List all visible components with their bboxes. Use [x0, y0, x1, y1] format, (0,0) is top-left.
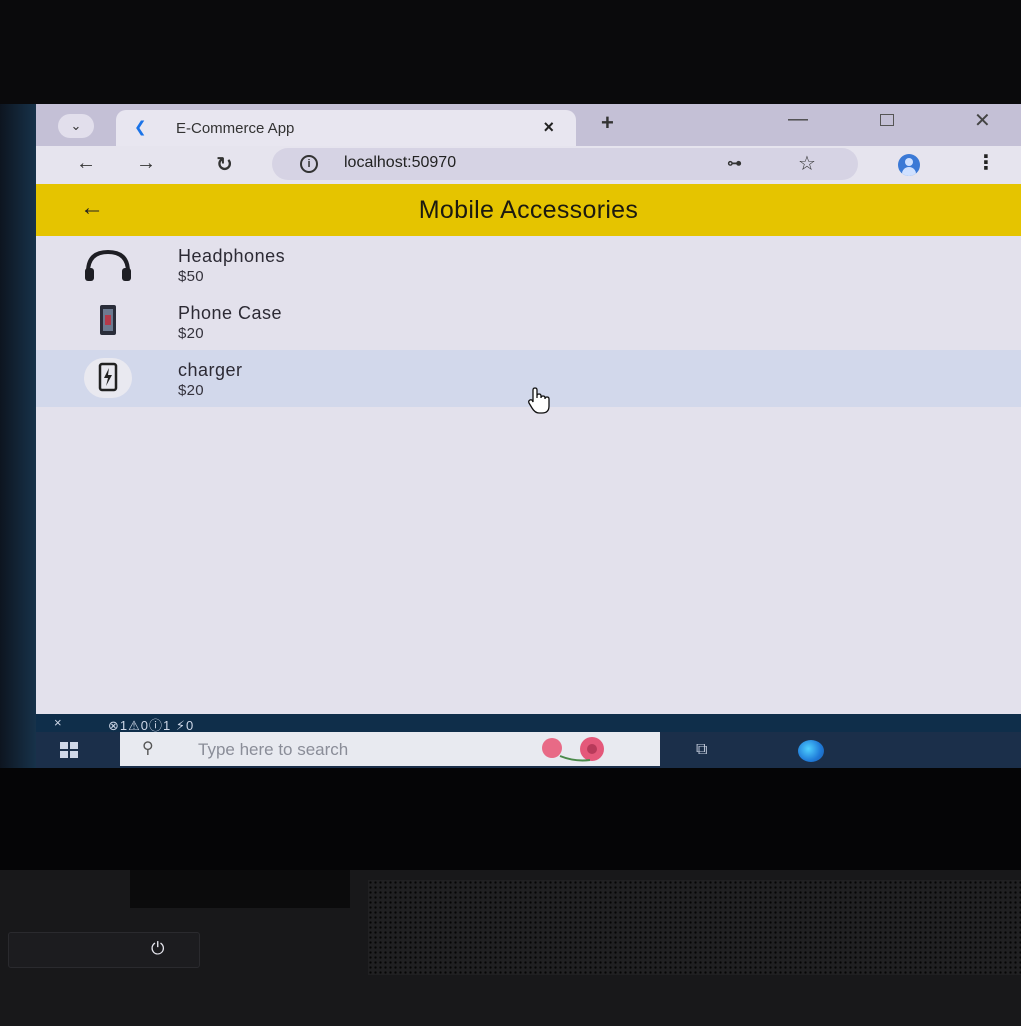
laptop-hinge: [130, 870, 350, 908]
item-price: $50: [178, 268, 204, 285]
power-icon: ⏻: [151, 939, 165, 958]
edge-browser-icon[interactable]: [798, 740, 824, 762]
address-bar[interactable]: i localhost:50970 ⊶ ☆: [272, 148, 858, 180]
item-name: Headphones: [178, 246, 286, 266]
tab-search-button[interactable]: ⌄: [58, 114, 94, 138]
headphones-icon: [85, 249, 131, 281]
search-placeholder: Type here to search: [198, 740, 349, 759]
windows-start-icon[interactable]: [60, 742, 78, 758]
speaker-grille: [368, 880, 1021, 975]
list-item-headphones[interactable]: Headphones $50: [36, 236, 1021, 293]
flutter-icon: ❮: [134, 119, 147, 136]
product-list: Headphones $50 Phone Case $20 charger $2…: [36, 236, 1021, 407]
tab-title: E-Commerce App: [176, 120, 295, 137]
app-bar: ← Mobile Accessories: [36, 184, 1021, 236]
taskbar-search-box[interactable]: ⚲ Type here to search: [120, 732, 660, 766]
site-info-icon[interactable]: i: [300, 155, 318, 173]
item-price: $20: [178, 325, 204, 342]
tab-strip: ⌄ ❮ E-Commerce App × + — ✕: [36, 104, 1021, 146]
remote-indicator[interactable]: ×: [54, 715, 62, 730]
bookmark-star-icon[interactable]: ☆: [798, 151, 816, 176]
tab-ecommerce-app[interactable]: ❮ E-Commerce App ×: [116, 110, 576, 146]
profile-avatar-icon[interactable]: [898, 154, 920, 176]
editor-status-bar: × ⊗1⚠0ⓘ1 ⚡0: [36, 714, 1021, 733]
reload-button[interactable]: ↻: [216, 152, 233, 177]
window-close-button[interactable]: ✕: [974, 108, 991, 133]
laptop-bezel-bottom: [0, 768, 1021, 878]
item-name: Phone Case: [178, 303, 283, 323]
screen-edge-left: [0, 104, 36, 768]
new-tab-button[interactable]: +: [601, 110, 614, 136]
browser-menu-icon[interactable]: ⋮: [976, 150, 996, 175]
phone-case-icon: [100, 305, 116, 335]
task-view-icon[interactable]: ⧉: [696, 741, 707, 759]
browser-back-button[interactable]: ←: [76, 152, 96, 175]
maximize-button[interactable]: [880, 114, 894, 126]
item-price: $20: [178, 382, 204, 399]
tab-close-icon[interactable]: ×: [543, 117, 554, 138]
password-key-icon[interactable]: ⊶: [727, 154, 742, 172]
url-text: localhost:50970: [344, 154, 457, 171]
minimize-button[interactable]: —: [788, 108, 808, 131]
windows-taskbar: ⚲ Type here to search ⧉: [36, 732, 1021, 768]
search-highlight-image: [542, 737, 604, 762]
item-name: charger: [178, 360, 243, 380]
browser-toolbar: ← → ↻ i localhost:50970 ⊶ ☆ ⋮: [36, 146, 1021, 184]
page-title: Mobile Accessories: [418, 196, 639, 224]
monitor-bezel: [0, 0, 1021, 104]
browser-forward-button[interactable]: →: [136, 152, 156, 175]
charger-icon: [84, 358, 132, 398]
hand-cursor-icon: [528, 387, 550, 414]
list-item-phone-case[interactable]: Phone Case $20: [36, 293, 1021, 350]
search-icon: ⚲: [142, 740, 154, 757]
browser-window: ⌄ ❮ E-Commerce App × + — ✕ ← → ↻ i local…: [36, 104, 1021, 718]
power-button[interactable]: ⏻: [8, 932, 200, 968]
